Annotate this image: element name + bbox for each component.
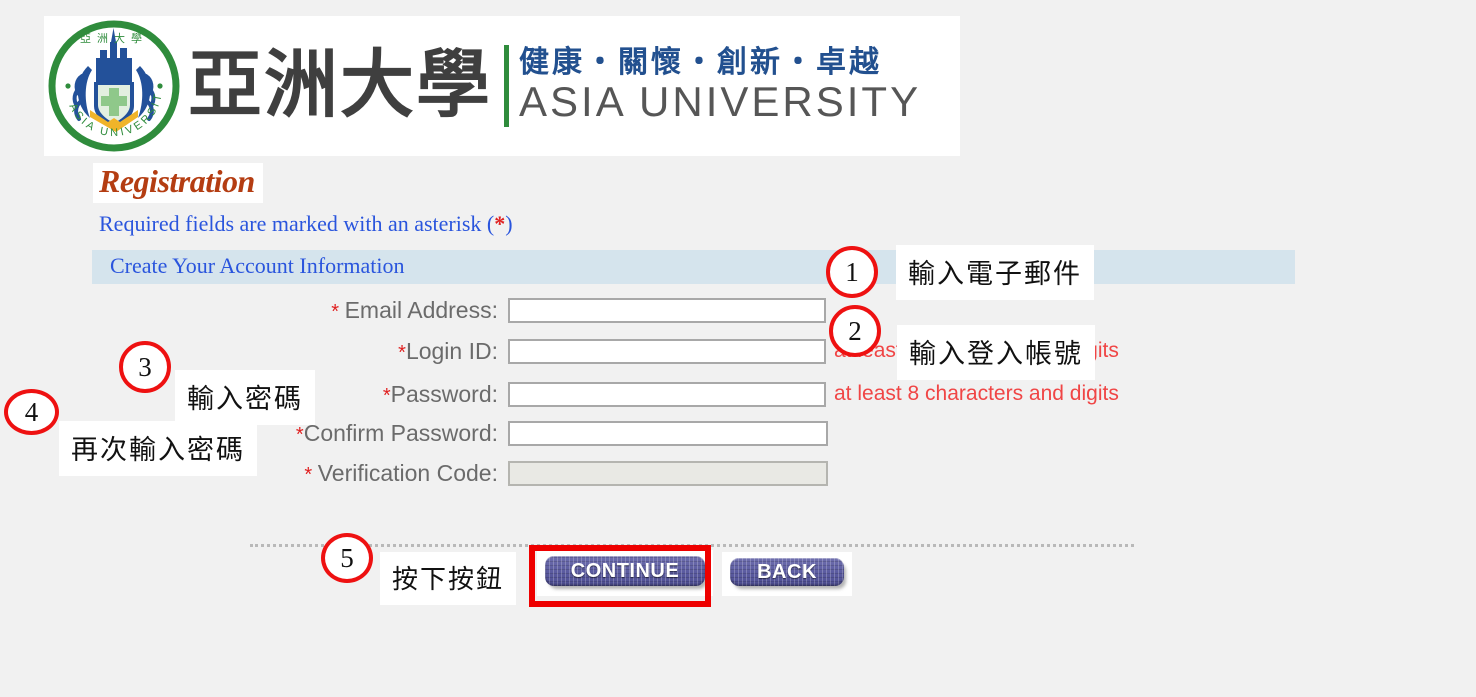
form-row-email: * Email Address: <box>248 295 826 325</box>
section-header-bar: Create Your Account Information <box>92 250 1295 284</box>
required-note-suffix: ) <box>505 211 513 236</box>
logo-divider <box>504 45 509 127</box>
dotted-divider <box>250 544 1134 547</box>
annotation-label-1: 輸入電子郵件 <box>896 245 1094 300</box>
asia-university-emblem-icon: 亞洲大學 ASIA UNIVERSITY <box>41 9 182 154</box>
email-field-label: * Email Address: <box>331 296 498 323</box>
confirm-password-input[interactable] <box>508 420 828 446</box>
required-note-prefix: Required fields are marked with an aster… <box>99 211 495 236</box>
required-fields-note: Required fields are marked with an aster… <box>99 211 513 237</box>
annotation-label-2: 輸入登入帳號 <box>897 325 1095 380</box>
back-button[interactable]: BACK <box>730 558 844 586</box>
annotation-marker-3: 3 <box>119 341 171 393</box>
section-header-label: Create Your Account Information <box>110 253 405 278</box>
form-row-password: *Password: at least 8 characters and dig… <box>248 379 1119 409</box>
annotation-marker-1: 1 <box>826 246 878 298</box>
verification-code-field-label: * Verification Code: <box>304 459 498 486</box>
form-row-verification-code: * Verification Code: <box>248 458 828 488</box>
annotation-marker-4: 4 <box>4 389 59 435</box>
annotation-marker-5: 5 <box>321 533 373 583</box>
annotation-marker-2: 2 <box>829 305 881 357</box>
logo-motto: 健康・關懷・創新・卓越 <box>519 46 882 80</box>
annotation-label-4: 再次輸入密碼 <box>59 421 257 476</box>
email-input[interactable] <box>508 297 826 323</box>
password-input[interactable] <box>508 381 826 407</box>
back-button-wrapper: BACK <box>722 552 852 596</box>
annotation-label-3: 輸入密碼 <box>175 370 315 425</box>
login-id-input[interactable] <box>508 338 826 364</box>
continue-button[interactable]: CONTINUE <box>545 556 705 586</box>
page-title: Registration <box>93 163 263 203</box>
logo-chinese-name: 亞洲大學 <box>188 45 492 127</box>
verification-code-input[interactable] <box>508 460 828 486</box>
logo-english-name: ASIA UNIVERSITY <box>519 77 922 125</box>
university-logo-banner: 亞洲大學 ASIA UNIVERSITY 亞洲大學 健康・關懷・創新・卓越 AS… <box>41 9 960 156</box>
logo-text-block: 健康・關懷・創新・卓越 ASIA UNIVERSITY <box>519 48 921 123</box>
login-id-field-label: *Login ID: <box>398 337 498 364</box>
svg-text:亞洲大學: 亞洲大學 <box>80 31 148 45</box>
form-row-confirm-password: *Confirm Password: <box>248 418 828 448</box>
annotation-label-5: 按下按鈕 <box>380 552 517 605</box>
continue-button-wrapper: CONTINUE <box>537 550 713 596</box>
required-note-asterisk: * <box>494 211 506 236</box>
password-hint: at least 8 characters and digits <box>834 382 1119 405</box>
